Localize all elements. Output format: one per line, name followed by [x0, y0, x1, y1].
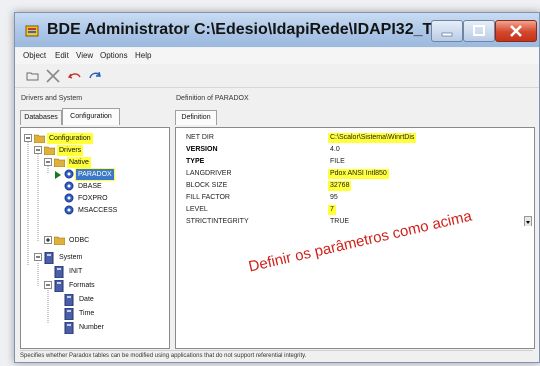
property-name: STRICTINTEGRITY	[186, 218, 249, 225]
property-value[interactable]: 32768	[328, 181, 352, 191]
tree-label: ODBC	[69, 237, 90, 244]
collapse-icon[interactable]	[34, 146, 42, 158]
tree-label: Native	[67, 157, 91, 168]
minimize-button[interactable]	[431, 20, 463, 42]
property-row[interactable]: LANGDRIVER Pdox ANSI Intl850	[176, 169, 516, 179]
maximize-button[interactable]	[463, 20, 495, 42]
tree-label-selected: PARADOX	[75, 168, 115, 181]
property-name: NET DIR	[186, 134, 214, 141]
property-value[interactable]: 7	[328, 205, 336, 215]
property-name: LANGDRIVER	[186, 170, 232, 177]
undo-icon[interactable]	[67, 68, 83, 84]
toolbar	[15, 65, 539, 88]
tab-databases[interactable]: Databases	[20, 110, 62, 125]
property-name: TYPE	[186, 158, 205, 165]
property-row[interactable]: VERSION 4.0	[176, 145, 516, 155]
menu-object[interactable]: Object	[23, 51, 46, 60]
menu-view[interactable]: View	[76, 51, 93, 60]
tree-label: FOXPRO	[78, 195, 108, 202]
tree-label: MSACCESS	[78, 207, 118, 214]
property-row[interactable]: FILL FACTOR 95	[176, 193, 516, 203]
property-value[interactable]: TRUE	[328, 217, 351, 227]
maximize-icon	[473, 25, 485, 36]
bde-app-icon	[25, 25, 39, 37]
property-row[interactable]: NET DIR C:\Scalor\Sistema\WinrtDis	[176, 133, 516, 143]
open-icon[interactable]	[25, 68, 41, 84]
system-icon	[44, 251, 54, 268]
tree-label: Drivers	[57, 145, 84, 156]
driver-icon	[64, 205, 74, 219]
configuration-tree[interactable]: Configuration Drivers Native PARADOX DBA…	[20, 127, 170, 349]
tree-label: Date	[79, 296, 94, 303]
property-name: BLOCK SIZE	[186, 182, 228, 189]
collapse-icon[interactable]	[34, 253, 42, 265]
collapse-icon[interactable]	[44, 281, 52, 293]
minimize-icon	[441, 32, 453, 37]
close-icon	[510, 25, 522, 37]
property-name: VERSION	[186, 146, 218, 153]
system-icon	[64, 321, 74, 338]
left-panel-header: Drivers and System	[21, 95, 83, 102]
folder-icon	[53, 235, 66, 249]
tree-label: DBASE	[78, 183, 102, 190]
delete-icon[interactable]	[45, 68, 61, 84]
property-value[interactable]: FILE	[328, 157, 347, 167]
property-value[interactable]: 4.0	[328, 145, 342, 155]
tree-label: Number	[79, 324, 104, 331]
property-value[interactable]: C:\Scalor\Sistema\WinrtDis	[328, 133, 417, 143]
tree-label: Time	[79, 310, 95, 317]
close-button[interactable]	[495, 20, 537, 42]
tab-definition[interactable]: Definition	[175, 110, 217, 125]
property-name: LEVEL	[186, 206, 208, 213]
property-name: FILL FACTOR	[186, 194, 230, 201]
property-value[interactable]: Pdox ANSI Intl850	[328, 169, 389, 179]
property-row[interactable]: BLOCK SIZE 32768	[176, 181, 516, 191]
menu-bar: Object Edit View Options Help	[15, 48, 539, 64]
tree-label: Formats	[69, 282, 95, 289]
apply-icon[interactable]	[87, 68, 103, 84]
menu-help[interactable]: Help	[135, 51, 151, 60]
title-bar[interactable]: BDE Administrator C:\Edesio\IdapiRede\ID…	[15, 13, 539, 47]
window-title: BDE Administrator C:\Edesio\IdapiRede\ID…	[47, 21, 477, 38]
system-icon	[54, 279, 64, 296]
collapse-icon[interactable]	[44, 158, 52, 170]
property-row[interactable]: TYPE FILE	[176, 157, 516, 167]
status-bar: Specifies whether Paradox tables can be …	[20, 350, 533, 362]
tab-configuration[interactable]: Configuration	[62, 108, 120, 125]
dropdown-arrow-icon[interactable]	[524, 216, 532, 226]
tree-label: INIT	[69, 268, 83, 275]
tree-label: Configuration	[47, 133, 93, 144]
menu-edit[interactable]: Edit	[55, 51, 69, 60]
menu-options[interactable]: Options	[100, 51, 128, 60]
right-panel-header: Definition of PARADOX	[176, 95, 249, 102]
collapse-icon[interactable]	[24, 134, 32, 146]
expand-icon[interactable]	[44, 236, 52, 248]
tree-label: System	[59, 254, 83, 261]
pointer-arrow-icon	[54, 171, 62, 183]
bde-administrator-window: BDE Administrator C:\Edesio\IdapiRede\ID…	[14, 12, 540, 363]
property-value[interactable]: 95	[328, 193, 340, 203]
